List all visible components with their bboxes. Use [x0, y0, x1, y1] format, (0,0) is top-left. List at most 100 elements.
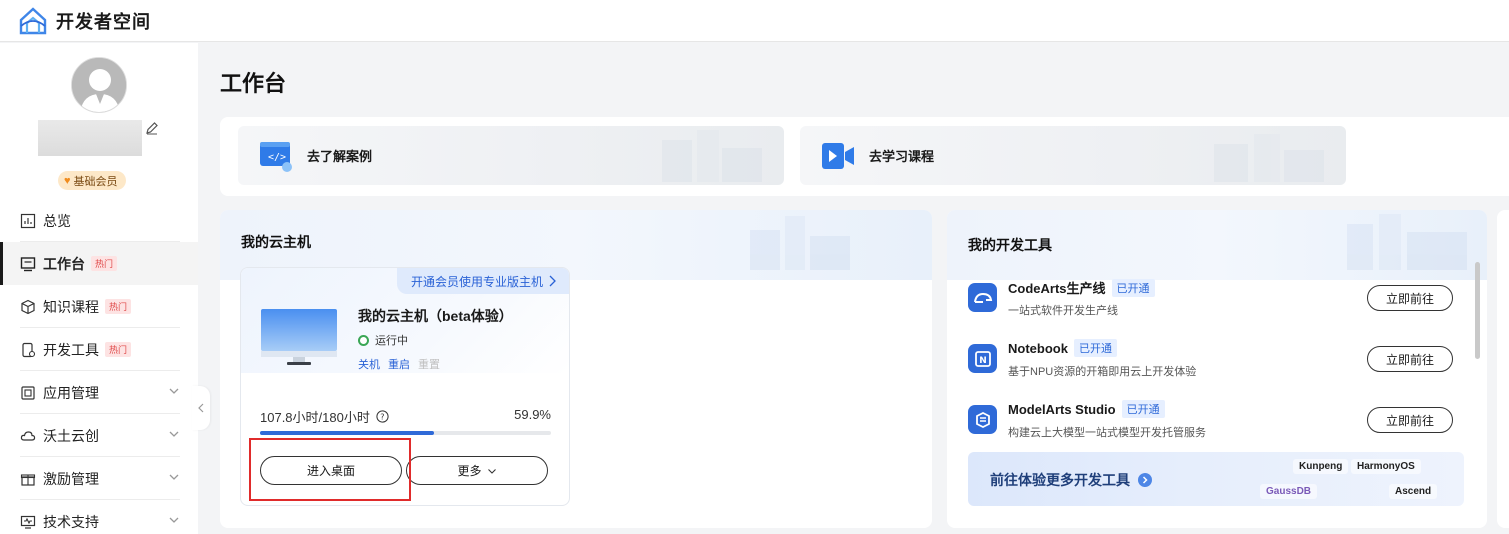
quick-links: </> 去了解案例 去学习课程: [220, 117, 1509, 196]
tool-desc: 构建云上大模型一站式模型开发托管服务: [1008, 427, 1206, 439]
sidebar-item-workbench[interactable]: 工作台 热门: [0, 242, 198, 285]
sidebar-nav: 总览 工作台 热门 知识课程 热门 开发工具 热门 应用管理 沃土云创 激励管理…: [0, 199, 198, 534]
chevron-down-icon: [169, 517, 179, 523]
sidebar: ♥ 基础会员 总览 工作台 热门 知识课程 热门 开发工具 热门 应用管理 沃土…: [0, 43, 198, 534]
modelarts-icon: [968, 405, 997, 434]
user-avatar-icon: [72, 58, 126, 112]
svg-text:N: N: [979, 356, 987, 366]
membership-promo-link[interactable]: 开通会员使用专业版主机: [396, 268, 569, 294]
sidebar-item-app-management[interactable]: 应用管理: [0, 371, 198, 414]
code-window-icon: </>: [260, 141, 292, 172]
hot-tag: 热门: [91, 256, 118, 271]
go-modelarts-button[interactable]: 立即前往: [1367, 407, 1453, 433]
hot-tag: 热门: [105, 342, 132, 357]
member-badge: ♥ 基础会员: [58, 171, 126, 190]
brand-gaussdb: GaussDB: [1260, 484, 1318, 499]
usage-percent: 59.9%: [514, 407, 551, 422]
sidebar-item-overview[interactable]: 总览: [0, 199, 198, 242]
more-label: 更多: [457, 464, 482, 478]
more-tools-banner[interactable]: 前往体验更多开发工具 Kunpeng HarmonyOS GaussDB Asc…: [968, 452, 1464, 506]
go-codearts-button[interactable]: 立即前往: [1367, 285, 1453, 311]
shutdown-link[interactable]: 关机: [358, 356, 380, 372]
status-running-icon: [358, 334, 369, 346]
phone-gear-icon: [22, 342, 36, 357]
sidebar-item-label: 沃土云创: [43, 427, 99, 444]
host-actions: 关机 重启 重置: [358, 356, 440, 372]
monitor-icon: [261, 309, 337, 365]
sidebar-item-label: 应用管理: [43, 384, 99, 401]
codearts-icon: [968, 283, 997, 312]
dev-tools-panel: 我的开发工具 CodeArts生产线 已开通 一站式软件开发生产线 立即前往 N …: [947, 210, 1487, 528]
tool-name: Notebook 已开通: [1008, 339, 1117, 357]
app-title: 开发者空间: [56, 11, 151, 32]
building-illustration: [1347, 214, 1467, 270]
sidebar-item-label: 激励管理: [43, 470, 99, 487]
building-illustration: [750, 216, 850, 270]
hot-tag: 热门: [105, 299, 132, 314]
next-panel-edge: [1497, 210, 1509, 528]
cloud-host-panel-title: 我的云主机: [241, 234, 311, 250]
quick-link-cases[interactable]: </> 去了解案例: [238, 126, 784, 185]
enter-desktop-button[interactable]: 进入桌面: [260, 456, 402, 485]
app-icon: [21, 385, 35, 400]
more-button[interactable]: 更多: [406, 456, 548, 485]
tool-desc: 一站式软件开发生产线: [1008, 305, 1118, 317]
sidebar-item-courses[interactable]: 知识课程 热门: [0, 285, 198, 328]
sidebar-item-incentive[interactable]: 激励管理: [0, 457, 198, 500]
svg-text:?: ?: [380, 413, 384, 422]
tool-name: CodeArts生产线 已开通: [1008, 278, 1155, 297]
chevron-down-icon: [169, 431, 179, 437]
cube-icon: [21, 299, 35, 314]
usage-hours: 107.8小时/180小时 ?: [260, 407, 389, 426]
svg-text:</>: </>: [268, 152, 286, 163]
usage-progress-bar: [260, 431, 551, 435]
tool-item-codearts: CodeArts生产线 已开通 一站式软件开发生产线 立即前往: [968, 277, 1454, 327]
heart-icon: ♥: [64, 174, 71, 187]
enter-desktop-label: 进入桌面: [306, 464, 355, 478]
tool-item-notebook: N Notebook 已开通 基于NPU资源的开箱即用云上开发体验 立即前往: [968, 338, 1454, 388]
more-tools-text: 前往体验更多开发工具: [990, 470, 1152, 490]
arrow-right-circle-icon: [1138, 473, 1152, 487]
building-illustration: [662, 130, 762, 182]
building-illustration: [1214, 134, 1324, 182]
brand-ascend: Ascend: [1389, 484, 1438, 499]
username-redacted: [38, 120, 142, 156]
video-icon: [822, 142, 854, 169]
quick-link-label: 去了解案例: [307, 149, 373, 164]
top-bar: 开发者空间: [0, 0, 1509, 42]
support-icon: [20, 515, 36, 529]
sidebar-item-label: 技术支持: [43, 513, 99, 530]
usage-progress-fill: [260, 431, 435, 435]
help-icon[interactable]: ?: [376, 410, 389, 423]
enabled-tag: 已开通: [1111, 278, 1155, 297]
chevron-left-icon: [198, 403, 204, 413]
chevron-down-icon: [487, 468, 496, 474]
sidebar-item-label: 知识课程: [43, 298, 99, 315]
sidebar-item-label: 工作台: [43, 255, 85, 272]
restart-link[interactable]: 重启: [388, 356, 410, 372]
sidebar-item-wotu[interactable]: 沃土云创: [0, 414, 198, 457]
quick-link-label: 去学习课程: [869, 149, 935, 164]
quick-link-courses[interactable]: 去学习课程: [800, 126, 1346, 185]
chevron-down-icon: [169, 474, 179, 480]
member-badge-label: 基础会员: [73, 175, 118, 188]
sidebar-item-dev-tools[interactable]: 开发工具 热门: [0, 328, 198, 371]
sidebar-item-support[interactable]: 技术支持: [0, 500, 198, 534]
promo-label: 开通会员使用专业版主机: [410, 274, 543, 289]
go-notebook-button[interactable]: 立即前往: [1367, 346, 1453, 372]
reset-link: 重置: [418, 359, 440, 371]
sidebar-collapse-handle[interactable]: [192, 386, 210, 430]
enabled-tag: 已开通: [1073, 339, 1117, 357]
chevron-right-icon: [549, 275, 556, 287]
edit-icon[interactable]: [145, 121, 159, 135]
workbench-icon: [20, 256, 36, 271]
chevron-down-icon: [169, 388, 179, 394]
dev-tools-panel-title: 我的开发工具: [968, 237, 1052, 253]
cloud-host-panel: 我的云主机 开通会员使用专业版主机 我的云主机（beta体验） 运行中 关机 重…: [220, 210, 932, 528]
page-title: 工作台: [220, 71, 287, 96]
enabled-tag: 已开通: [1121, 400, 1165, 418]
tool-name: ModelArts Studio 已开通: [1008, 400, 1165, 418]
scrollbar[interactable]: [1475, 262, 1480, 359]
avatar[interactable]: [71, 57, 127, 113]
gift-icon: [20, 473, 36, 486]
